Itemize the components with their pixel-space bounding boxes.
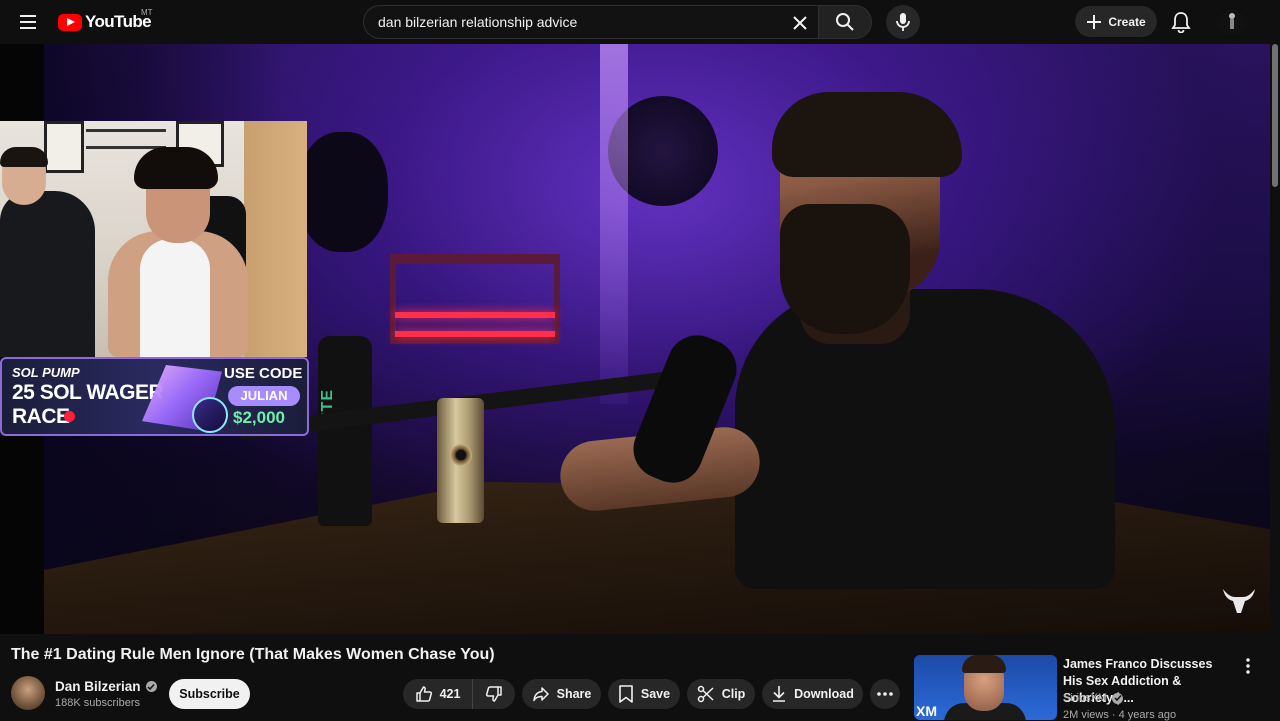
page-scrollbar[interactable] — [1270, 44, 1280, 720]
promo-use-code-label: USE CODE — [224, 365, 303, 382]
search-bar: dan bilzerian relationship advice — [363, 5, 873, 39]
more-horizontal-icon — [877, 692, 893, 696]
create-label: Create — [1108, 14, 1146, 29]
share-label: Share — [556, 687, 592, 701]
download-icon — [773, 686, 786, 702]
search-input[interactable]: dan bilzerian relationship advice — [363, 5, 818, 39]
search-button[interactable] — [818, 5, 872, 39]
scene-red-light — [395, 312, 555, 318]
thumb-logo-text: XM — [916, 703, 937, 719]
recommended-channel-name[interactable]: SiriusXM — [1063, 692, 1107, 704]
bookmark-icon — [619, 685, 633, 703]
cam-person-left — [0, 191, 95, 357]
recommended-channel-row: SiriusXM — [1063, 692, 1124, 704]
cam-person-left-hair — [0, 147, 48, 167]
cam-wall-frame — [44, 121, 84, 173]
youtube-logo[interactable]: YouTube — [58, 12, 152, 32]
scene-person-beard — [780, 204, 910, 334]
scene-weight-plate — [298, 132, 388, 252]
country-code: MT — [141, 8, 153, 17]
scissors-icon — [697, 685, 714, 703]
thumbs-up-icon — [415, 686, 432, 702]
scene-can-logo — [450, 444, 472, 466]
more-actions-button[interactable] — [870, 679, 900, 709]
scrollbar-thumb[interactable] — [1272, 44, 1278, 187]
channel-name-row[interactable]: Dan Bilzerian — [55, 679, 157, 694]
scene-person-shirt — [735, 289, 1115, 589]
account-avatar[interactable] — [1219, 9, 1245, 35]
channel-name[interactable]: Dan Bilzerian — [55, 679, 141, 694]
recommended-video-meta: 2M views · 4 years ago — [1063, 709, 1177, 721]
like-button[interactable]: 421 — [403, 679, 473, 709]
notifications-bell-icon[interactable] — [1168, 9, 1194, 35]
scene-bottle — [318, 336, 372, 526]
like-count: 421 — [439, 687, 461, 701]
recommended-video-thumbnail[interactable]: XM — [914, 655, 1057, 720]
thumbs-down-icon — [485, 686, 502, 702]
scene-person-hair — [772, 92, 962, 177]
promo-title-line2: RACE — [12, 405, 70, 428]
live-dot-icon — [64, 411, 75, 422]
solana-coin-icon — [192, 397, 228, 433]
clip-button[interactable]: Clip — [687, 679, 755, 709]
save-label: Save — [640, 687, 671, 701]
save-button[interactable]: Save — [608, 679, 680, 709]
recommended-more-icon[interactable] — [1238, 656, 1258, 676]
share-arrow-icon — [532, 687, 549, 702]
scene-red-light — [395, 331, 555, 337]
channel-avatar[interactable] — [11, 676, 45, 710]
video-title: The #1 Dating Rule Men Ignore (That Make… — [11, 646, 495, 663]
channel-watermark-icon[interactable] — [1219, 585, 1259, 617]
thumb-person-hair — [962, 655, 1006, 673]
top-bar: YouTube MT dan bilzerian relationship ad… — [0, 0, 1280, 44]
cam-person-right-hair — [134, 147, 218, 189]
verified-check-icon — [1112, 692, 1124, 704]
cam-wall-decor — [86, 129, 166, 149]
promo-amount: $2,000 — [233, 408, 285, 427]
promo-title-line1: 25 SOL WAGER — [12, 381, 164, 404]
verified-check-icon — [145, 681, 157, 692]
like-dislike-group: 421 — [403, 679, 515, 709]
download-label: Download — [794, 687, 854, 701]
menu-icon[interactable] — [14, 9, 42, 35]
search-icon — [836, 13, 854, 31]
subscribe-button[interactable]: Subscribe — [169, 679, 250, 709]
share-button[interactable]: Share — [522, 679, 601, 709]
sponsor-banner: SOL PUMP 25 SOL WAGER RACE USE CODE JULI… — [0, 357, 309, 436]
clear-search-icon[interactable] — [788, 11, 812, 35]
dislike-button[interactable] — [473, 679, 515, 709]
promo-brand: SOL PUMP — [12, 365, 80, 380]
youtube-play-icon — [58, 13, 82, 31]
microphone-icon — [896, 13, 910, 31]
cam-person-right-tanktop — [140, 239, 210, 357]
download-button[interactable]: Download — [762, 679, 863, 709]
subscriber-count: 188K subscribers — [55, 697, 140, 709]
cam-door — [244, 121, 307, 357]
create-button[interactable]: Create — [1075, 6, 1157, 37]
plus-icon — [1087, 14, 1102, 29]
voice-search-button[interactable] — [886, 5, 920, 39]
search-query: dan bilzerian relationship advice — [378, 14, 578, 30]
webcam-overlay — [0, 121, 307, 357]
clip-label: Clip — [721, 687, 746, 701]
scene-light-strip — [600, 44, 628, 404]
promo-code: JULIAN — [228, 386, 300, 406]
